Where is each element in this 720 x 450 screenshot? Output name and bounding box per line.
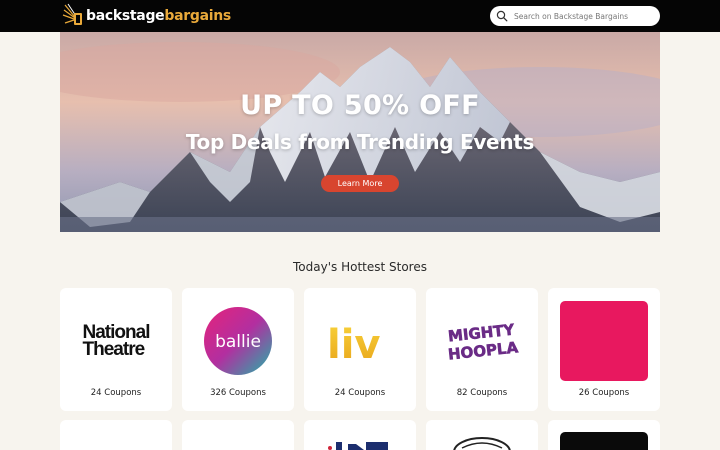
logo-line: National xyxy=(82,321,151,343)
store-card[interactable]: 26 Coupons xyxy=(548,288,660,411)
logo-word-bargains: bargains xyxy=(164,8,231,24)
liv-logo: liv xyxy=(304,298,416,383)
store-card[interactable] xyxy=(548,420,660,450)
ballie-logo-icon: ballie xyxy=(204,306,272,375)
hero-banner: UP TO 50% OFF Top Deals from Trending Ev… xyxy=(60,32,660,232)
store-logo xyxy=(548,298,660,383)
ballie-logo: ballie xyxy=(182,298,294,383)
store-card[interactable] xyxy=(182,420,294,450)
liv-logo-icon: liv xyxy=(327,322,381,366)
hero-headline: UP TO 50% OFF xyxy=(240,90,480,121)
logo-line: Theatre xyxy=(82,338,146,360)
store-card[interactable]: liv 24 Coupons xyxy=(304,288,416,411)
pink-logo-tile xyxy=(560,300,648,381)
store-card[interactable]: ballie 326 Coupons xyxy=(182,288,294,411)
hero-subheadline: Top Deals from Trending Events xyxy=(185,130,535,154)
store-card[interactable]: MIGHTY HOOPLA 82 Coupons xyxy=(426,288,538,411)
logo-word-backstage: backstage xyxy=(86,8,165,24)
store-logo-icon xyxy=(453,437,511,450)
search-icon[interactable] xyxy=(496,10,508,22)
liv-logo-text: liv xyxy=(327,322,381,366)
mighty-hoopla-logo: MIGHTY HOOPLA xyxy=(426,298,538,383)
search-bar[interactable] xyxy=(490,6,660,26)
site-logo[interactable]: backstagebargains xyxy=(62,2,231,30)
section-title: Today's Hottest Stores xyxy=(293,260,427,274)
store-card[interactable]: National Theatre 24 Coupons xyxy=(60,288,172,411)
coupon-count: 24 Coupons xyxy=(334,388,386,398)
mighty-hoopla-logo-icon: MIGHTY HOOPLA xyxy=(447,320,520,364)
search-input[interactable] xyxy=(514,11,654,21)
store-logo-icon xyxy=(328,442,388,450)
top-header: backstagebargains xyxy=(0,0,720,32)
store-card[interactable] xyxy=(426,420,538,450)
coupon-count: 82 Coupons xyxy=(456,388,508,398)
black-logo-tile xyxy=(560,432,648,450)
spotlight-logo-icon xyxy=(62,3,84,29)
national-theatre-logo: National Theatre xyxy=(60,298,172,383)
learn-more-button[interactable]: Learn More xyxy=(321,175,399,192)
ballie-logo-text: ballie xyxy=(215,332,261,352)
logo-text: backstagebargains xyxy=(86,8,231,24)
store-card[interactable] xyxy=(304,420,416,450)
coupon-count: 24 Coupons xyxy=(90,388,142,398)
coupon-count: 26 Coupons xyxy=(578,388,630,398)
coupon-count: 326 Coupons xyxy=(210,388,266,398)
store-card[interactable] xyxy=(60,420,172,450)
